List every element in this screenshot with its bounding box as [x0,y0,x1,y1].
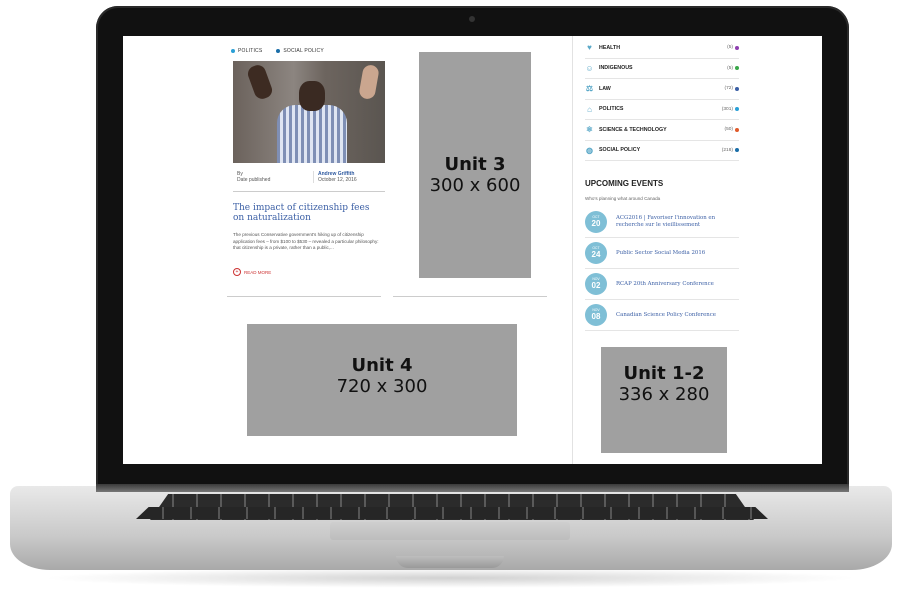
events-subtitle: Who's planning what around Canada [585,196,661,201]
category-label: SCIENCE & TECHNOLOGY [599,126,667,133]
category-item-health[interactable]: ♥ HEALTH (5) [585,38,739,59]
read-more-label: READ MORE [244,269,272,275]
image-detail [245,62,275,102]
event-day: 20 [591,219,601,228]
camera-icon [469,16,475,22]
event-item[interactable]: OCT 24 Public Sector Social Media 2016 [585,238,739,269]
event-date-badge: OCT 24 [585,242,607,264]
category-label: INDIGENOUS [599,65,633,72]
meta-labels: By Date published [237,171,270,183]
article-tags: POLITICS SOCIAL POLICY [231,48,324,54]
sidebar-divider [572,36,573,464]
count-text: (301) [721,106,733,112]
person-icon: ☺ [585,63,594,73]
article-excerpt: The previous Conservative government's h… [233,232,379,250]
category-dot-icon [735,66,739,71]
tag-politics[interactable]: POLITICS [231,48,262,54]
category-label: HEALTH [599,44,621,51]
image-detail [277,105,347,163]
atom-icon: ⚛ [585,125,594,135]
event-day: 02 [591,281,601,290]
ad-unit-name: Unit 1-2 [623,363,705,384]
category-count: (5) [727,45,739,50]
ad-unit-size: 336 x 280 [618,384,710,405]
ad-unit-size: 720 x 300 [336,376,428,397]
event-date-badge: NOV 02 [585,273,607,295]
event-list: OCT 20 ACG2016 | Favoriser l'innovation … [585,207,739,331]
count-text: (72) [724,86,733,92]
tag-dot-icon [276,49,281,53]
category-item-politics[interactable]: ⌂ POLITICS (301) [585,100,739,120]
date-label: Date published [237,177,271,183]
category-item-science-technology[interactable]: ⚛ SCIENCE & TECHNOLOGY (50) [585,120,739,141]
event-item[interactable]: OCT 20 ACG2016 | Favoriser l'innovation … [585,207,739,238]
laptop-shadow [40,568,860,588]
ad-unit-size: 300 x 600 [429,175,521,196]
category-item-social-policy[interactable]: ◍ SOCIAL POLICY (218) [585,141,739,161]
screen: POLITICS SOCIAL POLICY By Date published… [123,36,822,464]
heart-icon: ♥ [587,43,592,53]
publish-date: October 12, 2016 [318,177,357,183]
image-detail [358,63,380,101]
scales-icon: ⚖ [585,84,594,94]
event-title[interactable]: RCAP 20th Anniversary Conference [616,281,714,288]
count-text: (5) [727,45,733,51]
category-count: (218) [722,148,739,153]
trackpad [330,522,570,540]
plus-circle-icon: + [233,268,241,276]
globe-icon: ◍ [586,145,593,155]
events-heading: UPCOMING EVENTS [585,179,664,188]
ad-unit-4[interactable]: Unit 4 720 x 300 [247,324,517,436]
article-image[interactable] [233,61,385,163]
count-text: (218) [721,147,733,153]
article-meta: By Date published Andrew Griffith Octobe… [233,167,385,192]
event-date-badge: NOV 08 [585,304,607,326]
laptop-hinge [96,484,849,492]
event-title[interactable]: ACG2016 | Favoriser l'innovation en rech… [616,215,739,229]
building-icon: ⌂ [587,104,592,114]
category-label: SOCIAL POLICY [599,147,641,154]
category-count: (301) [722,107,739,112]
category-dot-icon [735,107,739,112]
ad-unit-name: Unit 3 [444,154,506,175]
meta-values: Andrew Griffith October 12, 2016 [313,171,357,183]
event-day: 24 [591,250,601,259]
article-title[interactable]: The impact of citizenship fees on natura… [233,203,383,223]
image-detail [299,81,325,111]
event-item[interactable]: NOV 02 RCAP 20th Anniversary Conference [585,269,739,300]
category-count: (5) [727,66,739,71]
count-text: (5) [727,65,733,71]
tag-label: POLITICS [238,48,263,54]
read-more-link[interactable]: + READ MORE [233,268,271,276]
ad-unit-name: Unit 4 [351,355,413,376]
category-count: (50) [724,127,739,132]
category-count: (72) [724,86,739,91]
event-item[interactable]: NOV 08 Canadian Science Policy Conferenc… [585,300,739,331]
event-day: 08 [591,312,601,321]
category-item-law[interactable]: ⚖ LAW (72) [585,79,739,100]
tag-dot-icon [231,49,235,53]
event-date-badge: OCT 20 [585,211,607,233]
ad-unit-1-2[interactable]: Unit 1-2 336 x 280 [601,347,727,453]
lid-notch [396,556,504,568]
event-title[interactable]: Canadian Science Policy Conference [616,312,716,319]
tag-social-policy[interactable]: SOCIAL POLICY [276,48,324,54]
ad-unit-3[interactable]: Unit 3 300 x 600 [419,52,531,278]
category-label: POLITICS [599,106,624,113]
category-label: LAW [599,85,611,92]
event-title[interactable]: Public Sector Social Media 2016 [616,250,705,257]
divider [227,296,381,297]
category-list: ♥ HEALTH (5) ☺ INDIGENOUS (5) ⚖ LAW (72)… [585,38,739,161]
category-dot-icon [735,45,739,50]
count-text: (50) [724,127,733,133]
category-item-indigenous[interactable]: ☺ INDIGENOUS (5) [585,59,739,79]
category-dot-icon [735,127,739,132]
keyboard-row [136,507,768,519]
category-dot-icon [735,148,739,153]
divider [393,296,547,297]
category-dot-icon [735,86,739,91]
tag-label: SOCIAL POLICY [283,48,324,54]
